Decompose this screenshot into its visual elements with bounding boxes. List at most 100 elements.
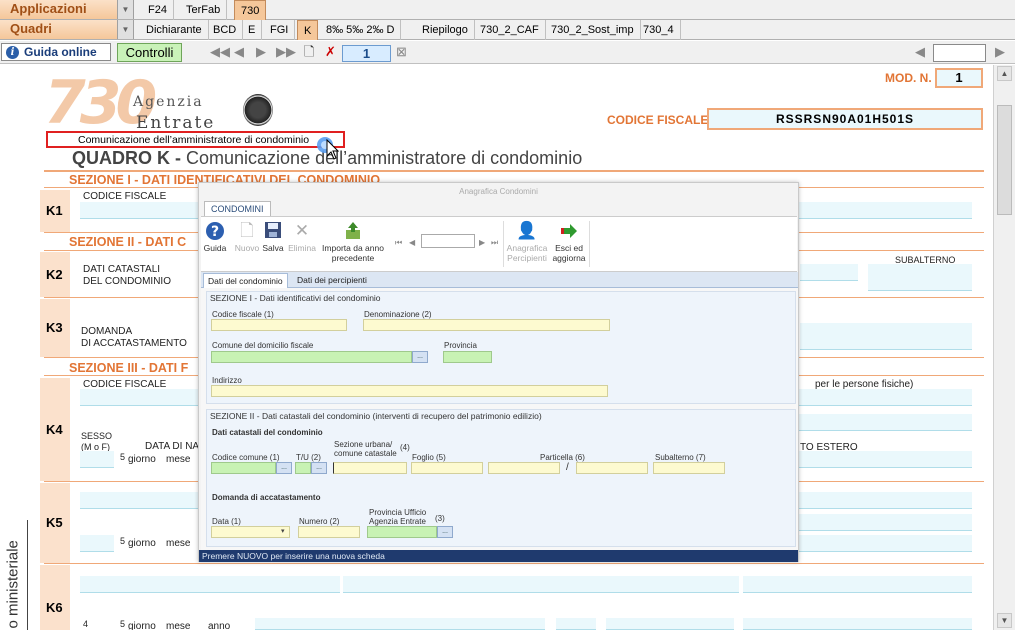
applicazioni-menu[interactable]: Applicazioni ▼ — [0, 0, 134, 19]
tab-condomini[interactable]: CONDOMINI — [204, 201, 271, 216]
quadro-code: QUADRO K - — [72, 148, 181, 168]
numero-input[interactable] — [298, 526, 360, 538]
codice-comune-lookup-button[interactable]: ... — [276, 462, 292, 474]
tab-730-2-caf[interactable]: 730_2_CAF — [474, 20, 546, 40]
scroll-up-icon[interactable]: ▲ — [997, 66, 1012, 81]
codice-fiscale-input[interactable] — [211, 319, 347, 331]
codice-comune-input[interactable] — [211, 462, 276, 474]
k5-sesso-field[interactable] — [80, 535, 114, 552]
comune-lookup-button[interactable]: ... — [412, 351, 428, 363]
tab-riepilogo[interactable]: Riepilogo — [416, 20, 475, 40]
codice-fiscale-field[interactable]: RSSRSN90A01H501S — [707, 108, 983, 130]
k4-cognome-field[interactable] — [798, 389, 972, 406]
k6-field-8[interactable] — [606, 618, 734, 630]
mod-n-field[interactable]: 1 — [935, 68, 983, 88]
last-record-icon[interactable]: ⏭ — [491, 236, 498, 250]
close-page-icon[interactable]: ⊠ — [396, 45, 407, 59]
denominazione-input[interactable] — [363, 319, 610, 331]
tab-730-4[interactable]: 730_4 — [637, 20, 681, 40]
tab-e[interactable]: E — [242, 20, 263, 40]
indirizzo-input[interactable] — [211, 385, 608, 397]
k6-comune-field[interactable] — [255, 618, 545, 630]
chevron-down-icon[interactable]: ▼ — [117, 0, 133, 19]
calendar-dropdown-icon[interactable]: ▾ — [281, 527, 285, 535]
first-page-icon[interactable]: ◀◀ — [210, 45, 230, 59]
k2-subalterno-field[interactable] — [868, 264, 972, 291]
tab-8-5-2-d[interactable]: 8‰ 5‰ 2‰ D — [320, 20, 402, 40]
k5-codice-fiscale-field[interactable] — [80, 492, 200, 509]
tu-lookup-button[interactable]: ... — [311, 462, 327, 474]
page-number-field[interactable]: 1 — [342, 45, 391, 62]
k6-provincia-field[interactable] — [556, 618, 596, 630]
scroll-left-icon[interactable]: ◀ — [915, 45, 925, 59]
salva-button[interactable]: Salva — [261, 221, 285, 253]
tab-dati-condominio[interactable]: Dati del condominio — [203, 273, 288, 288]
tab-bcd[interactable]: BCD — [207, 20, 244, 40]
k4-nome-field[interactable] — [798, 414, 972, 431]
k6-anno-label: anno — [208, 621, 231, 630]
k4-codice-fiscale-field[interactable] — [80, 389, 200, 406]
controlli-button[interactable]: Controlli — [117, 43, 182, 62]
quadri-menu[interactable]: Quadri ▼ — [0, 20, 134, 39]
k6-field-9[interactable] — [743, 618, 972, 630]
tab-730[interactable]: 730 — [234, 0, 267, 20]
divider — [503, 221, 504, 267]
next-record-icon[interactable]: ▶ — [479, 236, 485, 250]
esci-aggiorna-button[interactable]: Esci ed aggiorna — [551, 221, 587, 263]
scrollbar-thumb[interactable] — [997, 105, 1012, 215]
k6-nome-field[interactable] — [743, 576, 972, 593]
scroll-right-icon[interactable]: ▶ — [995, 45, 1005, 59]
next-page-icon[interactable]: ▶ — [256, 45, 266, 59]
tab-k[interactable]: K — [297, 20, 319, 40]
importa-button[interactable]: Importa da anno precedente — [317, 221, 389, 263]
provincia-input[interactable] — [443, 351, 492, 363]
tab-f24[interactable]: F24 — [142, 0, 174, 20]
first-record-icon[interactable]: ⏮ — [395, 236, 402, 250]
provincia-ufficio-lookup-button[interactable]: ... — [437, 526, 453, 538]
particella-input[interactable] — [488, 462, 560, 474]
guida-button[interactable]: ? Guida — [203, 221, 227, 253]
scroll-down-icon[interactable]: ▼ — [997, 613, 1012, 628]
prev-record-icon[interactable]: ◀ — [409, 236, 415, 250]
tu-input[interactable] — [295, 462, 311, 474]
record-number-input[interactable] — [421, 234, 475, 248]
numero-label: Numero (2) — [299, 517, 340, 526]
tab-dati-percipienti[interactable]: Dati dei percipienti — [293, 273, 371, 288]
delete-page-icon[interactable]: ✗ — [325, 45, 336, 59]
k4-stato-estero-field[interactable] — [798, 451, 972, 468]
foglio-input[interactable] — [411, 462, 483, 474]
tab-dichiarante[interactable]: Dichiarante — [140, 20, 209, 40]
k5-mese-label: mese — [166, 538, 191, 549]
sezione-urbana-input[interactable] — [333, 462, 407, 474]
vertical-scrollbar[interactable]: ▲ ▼ — [993, 65, 1015, 630]
tab-730-2-sost-imp[interactable]: 730_2_Sost_imp — [545, 20, 641, 40]
anagrafica-percipienti-button[interactable]: 👤 Anagrafica Percipienti — [505, 221, 549, 263]
subalterno-input[interactable] — [653, 462, 725, 474]
chevron-down-icon[interactable]: ▼ — [117, 20, 133, 39]
k5-nome-field[interactable] — [798, 514, 972, 531]
k4-num5: 5 — [120, 452, 126, 462]
elimina-button[interactable]: ✕ Elimina — [287, 221, 317, 253]
k1-denominazione-field[interactable] — [798, 202, 972, 219]
data-input[interactable] — [211, 526, 290, 538]
prev-page-icon[interactable]: ◀ — [234, 45, 244, 59]
guida-online-button[interactable]: i Guida online — [1, 43, 111, 61]
k5-stato-estero-field[interactable] — [798, 535, 972, 552]
new-page-icon[interactable]: 🗋 — [304, 45, 314, 59]
k1-codice-fiscale-field[interactable] — [80, 202, 200, 219]
comune-domicilio-input[interactable] — [211, 351, 412, 363]
k6-cognome-field[interactable] — [343, 576, 739, 593]
k4-sesso-field[interactable] — [80, 451, 114, 468]
tab-terfab[interactable]: TerFab — [180, 0, 228, 20]
k5-cognome-field[interactable] — [798, 492, 972, 509]
last-page-icon[interactable]: ▶▶ — [276, 45, 296, 59]
k2-particella-field[interactable] — [800, 264, 858, 281]
tab-fgi[interactable]: FGI — [264, 20, 296, 40]
particella-2-input[interactable] — [576, 462, 648, 474]
k3-field[interactable] — [800, 323, 972, 350]
k6-codice-fiscale-field[interactable] — [80, 576, 340, 593]
page-search-input[interactable] — [933, 44, 986, 62]
nuovo-button[interactable]: 🗋 Nuovo — [233, 221, 261, 253]
codice-comune-label: Codice comune (1) — [212, 453, 280, 462]
provincia-ufficio-input[interactable] — [367, 526, 437, 538]
